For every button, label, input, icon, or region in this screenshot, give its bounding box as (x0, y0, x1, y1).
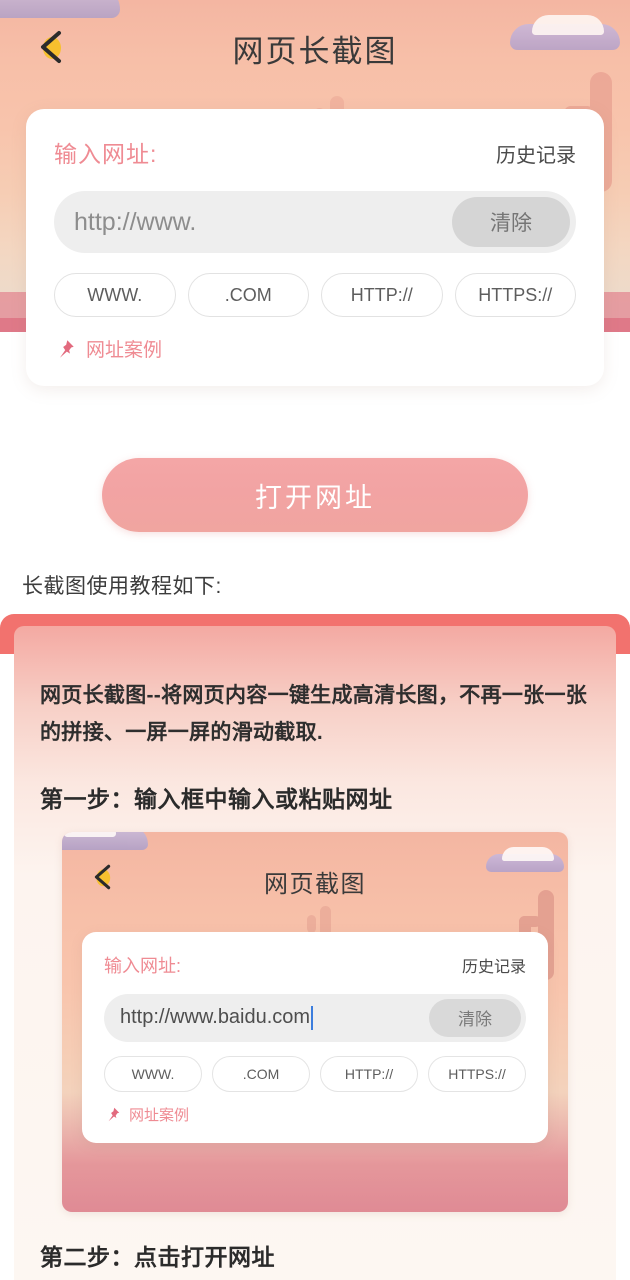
embedded-clear-button: 清除 (429, 998, 521, 1037)
embedded-chip-com: .COM (212, 1055, 310, 1092)
open-url-button[interactable]: 打开网址 (102, 458, 528, 532)
chip-www[interactable]: WWW. (54, 273, 176, 317)
chip-https[interactable]: HTTPS:// (454, 273, 576, 317)
history-link[interactable]: 历史记录 (496, 139, 576, 168)
input-label: 输入网址: (54, 141, 158, 167)
embedded-page-title: 网页截图 (264, 870, 366, 898)
embedded-url-value: http://www.baidu.com (120, 1006, 311, 1028)
embedded-card-header-row: 输入网址: 历史记录 (104, 952, 526, 978)
pushpin-icon (59, 339, 74, 358)
url-case-label: 网址案例 (86, 340, 163, 361)
text-caret (311, 1005, 314, 1030)
embedded-url-card: 输入网址: 历史记录 http://www.baidu.com 清除 WWW. … (82, 931, 548, 1143)
tutorial-heading: 长截图使用教程如下: (22, 575, 222, 598)
tutorial-step2-title: 第二步：点击打开网址 (40, 1243, 275, 1270)
tutorial-step1-title: 第一步：输入框中输入或粘贴网址 (40, 785, 393, 812)
embedded-history-link: 历史记录 (461, 958, 526, 976)
chip-http[interactable]: HTTP:// (321, 273, 443, 317)
embedded-chip-https: HTTPS:// (428, 1055, 526, 1092)
url-input-row: 清除 (54, 191, 576, 253)
cloud-icon (0, 0, 120, 18)
chip-com[interactable]: .COM (187, 273, 309, 317)
url-shortcut-chips: WWW. .COM HTTP:// HTTPS:// (54, 273, 576, 317)
embedded-url-case-label: 网址案例 (129, 1106, 190, 1124)
tutorial-step1-screenshot: 网页截图 输入网址: 历史记录 http://www.baidu.com 清除 … (62, 831, 568, 1212)
app-screen: 网页长截图 输入网址: 历史记录 清除 WWW. .COM HTTP:// HT… (0, 0, 630, 1280)
embedded-chip-http: HTTP:// (320, 1055, 418, 1092)
url-input[interactable] (74, 207, 452, 237)
embedded-input-label: 输入网址: (104, 955, 182, 976)
url-input-card: 输入网址: 历史记录 清除 WWW. .COM HTTP:// HTTPS://… (26, 109, 604, 386)
pushpin-icon (108, 1107, 120, 1121)
embedded-chip-www: WWW. (104, 1055, 202, 1092)
page-title: 网页长截图 (232, 34, 398, 69)
embedded-url-case-link: 网址案例 (104, 1104, 526, 1125)
cloud-icon (62, 831, 148, 850)
tutorial-intro-text: 网页长截图--将网页内容一键生成高清长图，不再一张一张的拼接、一屏一屏的滑动截取… (40, 684, 588, 744)
embedded-url-input-row: http://www.baidu.com 清除 (104, 993, 526, 1042)
embedded-chips: WWW. .COM HTTP:// HTTPS:// (104, 1055, 526, 1092)
card-header-row: 输入网址: 历史记录 (54, 135, 576, 169)
embedded-url-value-wrap: http://www.baidu.com (120, 1005, 429, 1030)
clear-button[interactable]: 清除 (452, 197, 570, 247)
url-case-link[interactable]: 网址案例 (54, 335, 576, 362)
tutorial-card: 网页长截图--将网页内容一键生成高清长图，不再一张一张的拼接、一屏一屏的滑动截取… (0, 614, 630, 1280)
tutorial-body: 网页长截图--将网页内容一键生成高清长图，不再一张一张的拼接、一屏一屏的滑动截取… (14, 626, 616, 1280)
